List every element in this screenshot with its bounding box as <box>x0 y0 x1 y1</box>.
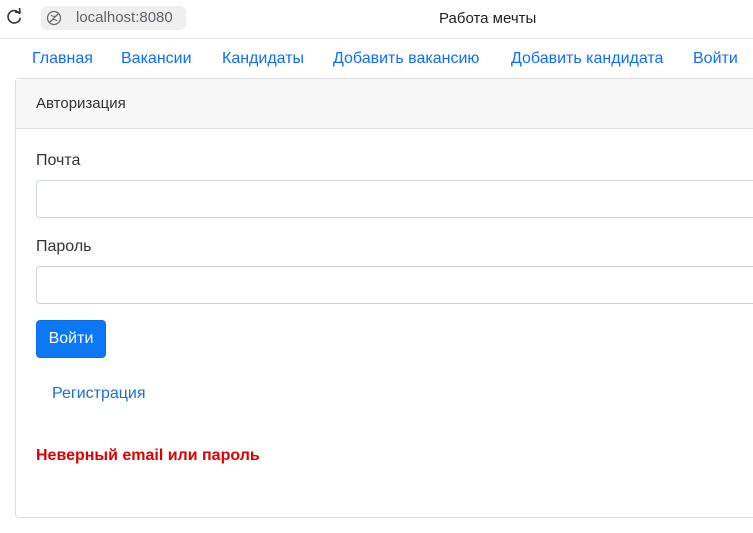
nav-link-add-candidate[interactable]: Добавить кандидата <box>511 50 663 68</box>
nav-link-home[interactable]: Главная <box>32 50 93 68</box>
email-field[interactable] <box>36 180 753 218</box>
reload-icon[interactable] <box>5 8 23 26</box>
email-label: Почта <box>36 152 81 169</box>
password-label: Пароль <box>36 238 92 255</box>
login-button[interactable]: Войти <box>36 320 106 358</box>
nav-link-vacancies[interactable]: Вакансии <box>121 50 192 68</box>
nav-link-add-vacancy[interactable]: Добавить вакансию <box>333 50 479 68</box>
site-info-icon[interactable] <box>46 10 62 26</box>
url-text: localhost:8080 <box>76 9 173 26</box>
browser-toolbar: localhost:8080 Работа мечты <box>0 0 753 38</box>
page-title: Работа мечты <box>439 10 537 27</box>
register-link[interactable]: Регистрация <box>52 385 146 403</box>
password-field[interactable] <box>36 266 753 304</box>
address-bar[interactable]: localhost:8080 <box>41 6 186 30</box>
nav-link-login[interactable]: Войти <box>693 50 738 68</box>
nav-link-candidates[interactable]: Кандидаты <box>222 50 304 68</box>
card-header: Авторизация <box>16 79 753 129</box>
toolbar-divider <box>0 38 753 39</box>
card-title: Авторизация <box>36 95 126 112</box>
error-message: Неверный email или пароль <box>36 447 260 464</box>
